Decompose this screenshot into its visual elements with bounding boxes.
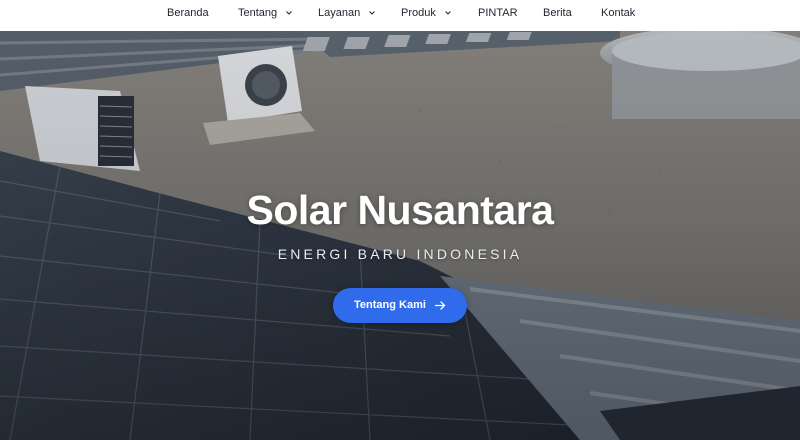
nav-label: PINTAR <box>478 7 518 19</box>
top-navigation: Beranda Tentang Layanan Produk PINTAR Be… <box>0 0 800 31</box>
nav-item-berita[interactable]: Berita <box>543 0 572 31</box>
nav-label: Tentang <box>238 7 278 19</box>
hero-section: Solar Nusantara ENERGI BARU INDONESIA Te… <box>0 31 800 440</box>
hero-subtitle: ENERGI BARU INDONESIA <box>277 246 523 262</box>
cta-label: Tentang Kami <box>354 299 426 311</box>
nav-item-pintar[interactable]: PINTAR <box>478 0 518 31</box>
nav-label: Kontak <box>601 7 636 19</box>
nav-label: Produk <box>401 7 436 19</box>
chevron-down-icon <box>286 11 293 15</box>
nav-item-layanan[interactable]: Layanan <box>318 0 376 31</box>
about-us-button[interactable]: Tentang Kami <box>333 288 467 323</box>
nav-item-kontak[interactable]: Kontak <box>601 0 635 31</box>
nav-label: Beranda <box>167 7 209 19</box>
chevron-down-icon <box>369 11 376 15</box>
nav-item-beranda[interactable]: Beranda <box>167 0 209 31</box>
arrow-right-icon <box>434 300 446 310</box>
hero-overlay <box>0 31 800 440</box>
nav-item-tentang[interactable]: Tentang <box>238 0 293 31</box>
nav-item-produk[interactable]: Produk <box>401 0 451 31</box>
nav-label: Berita <box>543 7 572 19</box>
nav-label: Layanan <box>318 7 361 19</box>
hero-title: Solar Nusantara <box>246 187 554 233</box>
chevron-down-icon <box>445 11 451 15</box>
